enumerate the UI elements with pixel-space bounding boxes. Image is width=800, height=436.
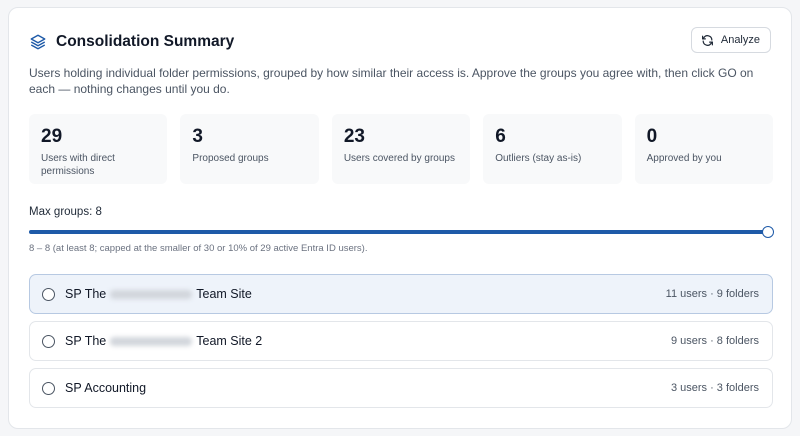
stat-value: 23 bbox=[343, 126, 365, 147]
stat-value: 3 bbox=[192, 126, 203, 147]
stat-label: Outliers (stay as-is) bbox=[495, 153, 582, 164]
card-header: Consolidation Summary Analyze bbox=[29, 27, 771, 58]
description: Users holding individual folder permissi… bbox=[29, 66, 754, 96]
stat-card: 23 Users covered by groups bbox=[331, 114, 471, 184]
stat-card: 29 Users with direct permissions bbox=[29, 114, 168, 184]
group-name: SP Accounting bbox=[65, 381, 146, 395]
group-name-prefix: SP The bbox=[65, 287, 107, 301]
stat-card: 3 Proposed groups bbox=[180, 114, 319, 184]
stat-label: Users with direct permissions bbox=[41, 153, 115, 177]
refresh-icon bbox=[701, 34, 714, 47]
group-name: SP The Team Site bbox=[65, 287, 252, 301]
redacted-text bbox=[110, 289, 193, 299]
group-name-prefix: SP The bbox=[65, 334, 107, 348]
stat-card: 6 Outliers (stay as-is) bbox=[483, 114, 622, 184]
stat-value: 29 bbox=[41, 126, 63, 147]
analyze-button[interactable]: Analyze bbox=[690, 27, 771, 53]
stats-row: 29 Users with direct permissions 3 Propo… bbox=[29, 114, 774, 184]
group-name-suffix: Team Site bbox=[196, 287, 252, 301]
analyze-button-label: Analyze bbox=[720, 34, 760, 46]
max-groups-slider[interactable] bbox=[29, 226, 774, 238]
consolidation-summary-card: Consolidation Summary Analyze Users hold… bbox=[8, 7, 792, 429]
proposed-groups-list: SP The Team Site 11 users · 9 folders SP… bbox=[29, 274, 773, 415]
radio-unchecked-icon[interactable] bbox=[42, 334, 55, 348]
group-meta: 9 users · 8 folders bbox=[670, 335, 759, 347]
stat-value: 0 bbox=[646, 126, 658, 147]
radio-unchecked-icon[interactable] bbox=[42, 381, 55, 395]
stat-card: 0 Approved by you bbox=[634, 114, 774, 184]
stat-label: Proposed groups bbox=[192, 153, 269, 164]
group-name-prefix: SP Accounting bbox=[65, 381, 147, 395]
slider-fill bbox=[29, 230, 768, 234]
slider-hint: 8 – 8 (at least 8; capped at the smaller… bbox=[29, 243, 368, 254]
stat-label: Users covered by groups bbox=[343, 153, 455, 164]
group-meta: 11 users · 9 folders bbox=[665, 288, 759, 300]
stat-label: Approved by you bbox=[646, 153, 722, 164]
group-name: SP The Team Site 2 bbox=[65, 334, 262, 348]
slider-thumb[interactable] bbox=[762, 226, 774, 238]
title-wrap: Consolidation Summary bbox=[29, 30, 234, 54]
group-row-team-site-2[interactable]: SP The Team Site 2 9 users · 8 folders bbox=[29, 321, 773, 361]
group-row-accounting[interactable]: SP Accounting 3 users · 3 folders bbox=[29, 368, 773, 408]
group-row-team-site[interactable]: SP The Team Site 11 users · 9 folders bbox=[29, 274, 773, 314]
redacted-text bbox=[110, 336, 193, 346]
stat-value: 6 bbox=[495, 126, 506, 147]
layers-icon bbox=[29, 33, 47, 51]
page-title: Consolidation Summary bbox=[56, 33, 235, 50]
group-meta: 3 users · 3 folders bbox=[670, 382, 759, 394]
group-name-suffix: Team Site 2 bbox=[196, 334, 263, 348]
radio-unchecked-icon[interactable] bbox=[42, 287, 55, 301]
max-groups-label: Max groups: 8 bbox=[29, 206, 102, 218]
